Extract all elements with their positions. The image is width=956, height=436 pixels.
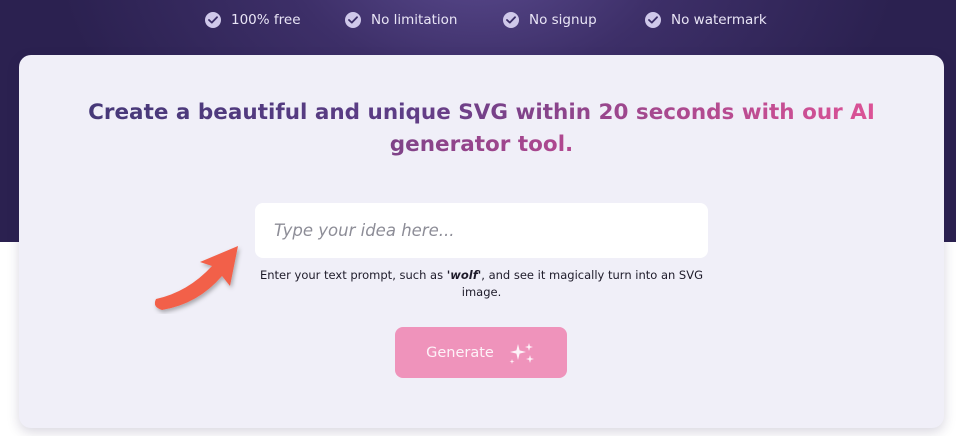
- feature-label: No limitation: [371, 12, 458, 28]
- check-icon: [345, 12, 361, 28]
- page-title: Create a beautiful and unique SVG within…: [19, 97, 944, 161]
- feature-no-signup: No signup: [503, 10, 597, 30]
- prompt-input[interactable]: [255, 203, 708, 258]
- headline-line-1: Create a beautiful and unique SVG within…: [88, 100, 875, 125]
- check-icon: [205, 12, 221, 28]
- feature-no-watermark: No watermark: [645, 10, 767, 30]
- headline-line-2: generator tool.: [389, 132, 574, 157]
- feature-free: 100% free: [205, 10, 301, 30]
- feature-no-limitation: No limitation: [345, 10, 457, 30]
- feature-bar: 100% free No limitation No signup No wat…: [0, 0, 956, 40]
- generate-button[interactable]: Generate: [395, 327, 567, 378]
- arrow-annotation: [154, 246, 238, 310]
- check-icon: [503, 12, 519, 28]
- check-icon: [645, 12, 661, 28]
- hint-text-before: Enter your text prompt, such as: [259, 268, 447, 282]
- generator-card: Create a beautiful and unique SVG within…: [19, 55, 944, 428]
- feature-label: No signup: [529, 12, 597, 28]
- hint-example: 'wolf': [446, 268, 482, 282]
- generate-button-label: Generate: [426, 344, 494, 361]
- feature-label: 100% free: [231, 12, 301, 28]
- prompt-hint: Enter your text prompt, such as 'wolf', …: [255, 267, 708, 301]
- feature-label: No watermark: [671, 12, 767, 28]
- hint-text-after: , and see it magically turn into an SVG …: [461, 268, 704, 299]
- sparkles-icon: [508, 342, 536, 364]
